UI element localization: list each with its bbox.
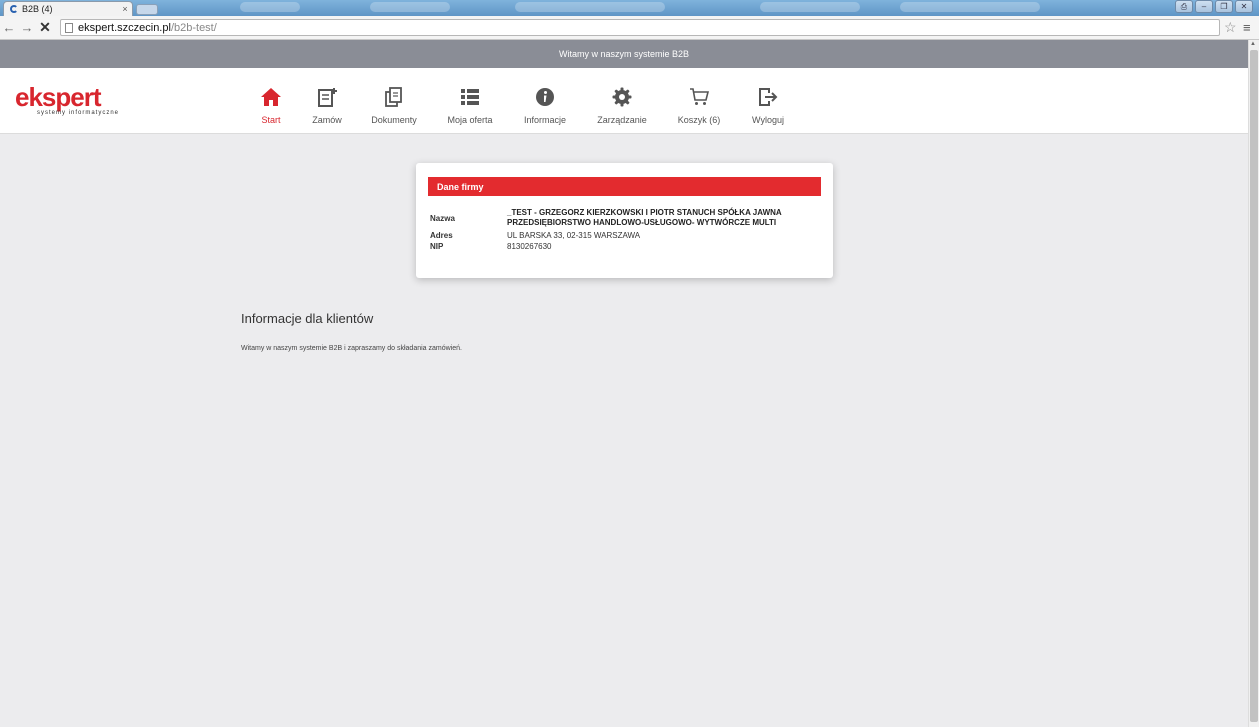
tab-title: B2B (4) (22, 4, 53, 14)
card-header: Dane firmy (428, 177, 821, 196)
name-label: Nazwa (430, 214, 455, 223)
welcome-bar: Witamy w naszym systemie B2B (0, 40, 1248, 68)
browser-tabstrip: B2B (4) × ⎙ – ❐ ✕ (0, 0, 1259, 16)
browser-tab[interactable]: B2B (4) × (3, 1, 133, 16)
nav-documents[interactable]: Dokumenty (369, 86, 419, 128)
bookmark-star-icon[interactable]: ☆ (1224, 19, 1237, 36)
nav-label: Start (261, 115, 281, 125)
info-text: Witamy w naszym systemie B2B i zapraszam… (241, 345, 462, 352)
ekspert-logo[interactable]: ekspert systemy informatyczne (15, 84, 119, 116)
window-profile-button[interactable]: ⎙ (1175, 0, 1193, 13)
company-name-line2: PRZEDSIĘBIORSTWO HANDLOWO-USŁUGOWO- WYTW… (507, 218, 777, 227)
order-icon (317, 86, 337, 108)
window-controls: ⎙ – ❐ ✕ (1175, 0, 1253, 13)
company-address: UL BARSKA 33, 02-315 WARSZAWA (507, 231, 641, 240)
new-tab-button[interactable] (136, 4, 158, 15)
back-icon[interactable]: ← (0, 20, 18, 35)
company-name-line1: _TEST - GRZEGORZ KIERZKOWSKI I PIOTR STA… (507, 208, 782, 217)
address-label: Adres (430, 231, 453, 240)
loading-icon (10, 5, 18, 13)
address-bar[interactable]: ekspert.szczecin.pl/b2b-test/ (60, 19, 1220, 36)
nav-management[interactable]: Zarządzanie (594, 86, 650, 128)
scroll-up-icon[interactable]: ▲ (1250, 41, 1256, 47)
scroll-thumb[interactable] (1250, 50, 1258, 722)
taskbar-item (760, 2, 860, 12)
taskbar-item (370, 2, 450, 12)
nav-label: Moja oferta (447, 115, 493, 125)
nav-start[interactable]: Start (259, 86, 283, 128)
nav-logout[interactable]: Wyloguj (750, 86, 786, 128)
company-card: Dane firmy Nazwa _TEST - GRZEGORZ KIERZK… (416, 163, 833, 278)
tab-close-icon[interactable]: × (118, 4, 132, 14)
nav-label: Informacje (523, 115, 567, 125)
browser-toolbar: ← → ✕ ekspert.szczecin.pl/b2b-test/ ☆ ≡ (0, 16, 1259, 40)
nav-label: Zarządzanie (597, 115, 647, 125)
logo-tagline: systemy informatyczne (37, 110, 120, 116)
site-header: ekspert systemy informatyczne Start Zamó… (0, 68, 1248, 134)
cart-icon (689, 86, 709, 108)
nav-cart[interactable]: Koszyk (6) (676, 86, 722, 128)
taskbar-item (515, 2, 665, 12)
nav-order[interactable]: Zamów (310, 86, 344, 128)
browser-menu-icon[interactable]: ≡ (1243, 20, 1251, 35)
nav-my-offer[interactable]: Moja oferta (444, 86, 496, 128)
documents-icon (384, 86, 404, 108)
window-maximize-button[interactable]: ❐ (1215, 0, 1233, 13)
info-icon (535, 86, 555, 108)
taskbar-item (900, 2, 1040, 12)
taskbar-item (240, 2, 300, 12)
nav-label: Dokumenty (371, 115, 417, 125)
nav-label: Koszyk (6) (677, 115, 721, 125)
url-host: ekspert.szczecin.pl (78, 21, 171, 34)
logout-icon (758, 86, 778, 108)
list-icon (460, 86, 480, 108)
nav-label: Zamów (312, 115, 342, 125)
home-icon (260, 86, 282, 108)
company-nip: 8130267630 (507, 242, 552, 251)
gear-icon (612, 86, 632, 108)
nav-information[interactable]: Informacje (521, 86, 569, 128)
info-heading: Informacje dla klientów (241, 311, 374, 326)
stop-icon[interactable]: ✕ (36, 19, 54, 36)
page-icon (65, 22, 73, 33)
url-path: /b2b-test/ (170, 21, 217, 34)
logo-wordmark: ekspert (15, 82, 102, 112)
forward-icon[interactable]: → (18, 20, 36, 35)
nip-label: NIP (430, 242, 444, 251)
card-title: Dane firmy (437, 181, 484, 192)
welcome-text: Witamy w naszym systemie B2B (558, 49, 690, 59)
window-minimize-button[interactable]: – (1195, 0, 1213, 13)
page-scrollbar[interactable]: ▲ (1248, 40, 1259, 727)
nav-label: Wyloguj (752, 115, 784, 125)
window-close-button[interactable]: ✕ (1235, 0, 1253, 13)
